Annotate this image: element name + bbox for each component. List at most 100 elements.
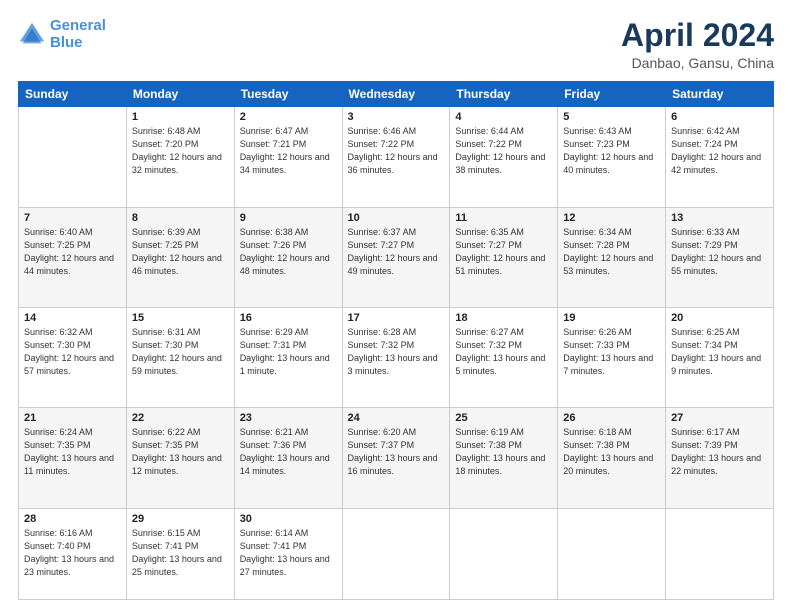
day-number: 7 <box>24 212 121 224</box>
day-number: 4 <box>455 111 552 123</box>
main-title: April 2024 <box>621 18 774 53</box>
day-info: Sunrise: 6:25 AMSunset: 7:34 PMDaylight:… <box>671 326 768 378</box>
day-number: 23 <box>240 412 337 424</box>
calendar-cell: 28 Sunrise: 6:16 AMSunset: 7:40 PMDayligh… <box>19 508 127 599</box>
calendar-cell: 9Sunrise: 6:38 AMSunset: 7:26 PMDaylight… <box>234 207 342 307</box>
day-info: Sunrise: 6:27 AMSunset: 7:32 PMDaylight:… <box>455 326 552 378</box>
calendar-cell: 24Sunrise: 6:20 AMSunset: 7:37 PMDayligh… <box>342 408 450 508</box>
calendar-cell: 14 Sunrise: 6:32 AMSunset: 7:30 PMDayligh… <box>19 307 127 407</box>
calendar-header: SundayMondayTuesdayWednesdayThursdayFrid… <box>19 82 774 107</box>
weekday-header-row: SundayMondayTuesdayWednesdayThursdayFrid… <box>19 82 774 107</box>
calendar-cell: 22 Sunrise: 6:22 AMSunset: 7:35 PMDayligh… <box>126 408 234 508</box>
day-info: Sunrise: 6:42 AMSunset: 7:24 PMDaylight:… <box>671 125 768 177</box>
calendar-cell: 29Sunrise: 6:15 AMSunset: 7:41 PMDayligh… <box>126 508 234 599</box>
day-number: 2 <box>240 111 337 123</box>
logo-blue: Blue <box>50 34 83 51</box>
calendar-cell <box>450 508 558 599</box>
calendar-cell <box>666 508 774 599</box>
day-info: Sunrise: 6:24 AMSunset: 7:35 PMDaylight:… <box>24 426 121 478</box>
calendar-cell: 23 Sunrise: 6:21 AMSunset: 7:36 PMDayligh… <box>234 408 342 508</box>
day-number: 3 <box>348 111 445 123</box>
day-info: Sunrise: 6:16 AMSunset: 7:40 PMDaylight:… <box>24 527 121 579</box>
calendar-cell: 13Sunrise: 6:33 AMSunset: 7:29 PMDayligh… <box>666 207 774 307</box>
day-info: Sunrise: 6:38 AMSunset: 7:26 PMDaylight:… <box>240 226 337 278</box>
calendar-cell: 15Sunrise: 6:31 AMSunset: 7:30 PMDayligh… <box>126 307 234 407</box>
calendar-cell: 26Sunrise: 6:18 AMSunset: 7:38 PMDayligh… <box>558 408 666 508</box>
day-info: Sunrise: 6:46 AMSunset: 7:22 PMDaylight:… <box>348 125 445 177</box>
calendar-cell: 4Sunrise: 6:44 AMSunset: 7:22 PMDaylight… <box>450 107 558 207</box>
day-number: 11 <box>455 212 552 224</box>
day-info: Sunrise: 6:34 AMSunset: 7:28 PMDaylight:… <box>563 226 660 278</box>
calendar-cell: 2 Sunrise: 6:47 AMSunset: 7:21 PMDaylight… <box>234 107 342 207</box>
day-info: Sunrise: 6:37 AMSunset: 7:27 PMDaylight:… <box>348 226 445 278</box>
day-number: 30 <box>240 513 337 525</box>
day-number: 27 <box>671 412 768 424</box>
calendar-cell: 5Sunrise: 6:43 AMSunset: 7:23 PMDaylight… <box>558 107 666 207</box>
day-info: Sunrise: 6:26 AMSunset: 7:33 PMDaylight:… <box>563 326 660 378</box>
weekday-header-sunday: Sunday <box>19 82 127 107</box>
calendar-cell: 10 Sunrise: 6:37 AMSunset: 7:27 PMDayligh… <box>342 207 450 307</box>
day-info: Sunrise: 6:28 AMSunset: 7:32 PMDaylight:… <box>348 326 445 378</box>
calendar-cell: 27 Sunrise: 6:17 AMSunset: 7:39 PMDayligh… <box>666 408 774 508</box>
day-info: Sunrise: 6:17 AMSunset: 7:39 PMDaylight:… <box>671 426 768 478</box>
day-number: 18 <box>455 312 552 324</box>
day-info: Sunrise: 6:18 AMSunset: 7:38 PMDaylight:… <box>563 426 660 478</box>
weekday-header-monday: Monday <box>126 82 234 107</box>
day-number: 19 <box>563 312 660 324</box>
calendar-cell: 25Sunrise: 6:19 AMSunset: 7:38 PMDayligh… <box>450 408 558 508</box>
day-info: Sunrise: 6:31 AMSunset: 7:30 PMDaylight:… <box>132 326 229 378</box>
calendar-week-row: 7 Sunrise: 6:40 AMSunset: 7:25 PMDaylight… <box>19 207 774 307</box>
day-info: Sunrise: 6:32 AMSunset: 7:30 PMDaylight:… <box>24 326 121 378</box>
logo-text: General Blue <box>50 18 106 51</box>
day-number: 8 <box>132 212 229 224</box>
weekday-header-tuesday: Tuesday <box>234 82 342 107</box>
day-info: Sunrise: 6:21 AMSunset: 7:36 PMDaylight:… <box>240 426 337 478</box>
day-number: 29 <box>132 513 229 525</box>
weekday-header-wednesday: Wednesday <box>342 82 450 107</box>
day-number: 22 <box>132 412 229 424</box>
day-number: 20 <box>671 312 768 324</box>
day-number: 10 <box>348 212 445 224</box>
day-number: 24 <box>348 412 445 424</box>
calendar-cell: 6 Sunrise: 6:42 AMSunset: 7:24 PMDaylight… <box>666 107 774 207</box>
header: General Blue April 2024 Danbao, Gansu, C… <box>18 18 774 71</box>
calendar-cell <box>19 107 127 207</box>
calendar-week-row: 14 Sunrise: 6:32 AMSunset: 7:30 PMDayligh… <box>19 307 774 407</box>
weekday-header-friday: Friday <box>558 82 666 107</box>
day-info: Sunrise: 6:35 AMSunset: 7:27 PMDaylight:… <box>455 226 552 278</box>
calendar-cell: 1Sunrise: 6:48 AMSunset: 7:20 PMDaylight… <box>126 107 234 207</box>
calendar-cell: 11 Sunrise: 6:35 AMSunset: 7:27 PMDayligh… <box>450 207 558 307</box>
calendar-cell: 7 Sunrise: 6:40 AMSunset: 7:25 PMDaylight… <box>19 207 127 307</box>
calendar-cell: 17 Sunrise: 6:28 AMSunset: 7:32 PMDayligh… <box>342 307 450 407</box>
weekday-header-saturday: Saturday <box>666 82 774 107</box>
calendar-cell: 3 Sunrise: 6:46 AMSunset: 7:22 PMDaylight… <box>342 107 450 207</box>
day-info: Sunrise: 6:14 AMSunset: 7:41 PMDaylight:… <box>240 527 337 579</box>
calendar-body: 1Sunrise: 6:48 AMSunset: 7:20 PMDaylight… <box>19 107 774 600</box>
day-number: 14 <box>24 312 121 324</box>
day-info: Sunrise: 6:47 AMSunset: 7:21 PMDaylight:… <box>240 125 337 177</box>
calendar-week-row: 21 Sunrise: 6:24 AMSunset: 7:35 PMDayligh… <box>19 408 774 508</box>
logo-icon <box>18 21 46 49</box>
calendar-cell: 16 Sunrise: 6:29 AMSunset: 7:31 PMDayligh… <box>234 307 342 407</box>
calendar-cell: 19 Sunrise: 6:26 AMSunset: 7:33 PMDayligh… <box>558 307 666 407</box>
calendar-cell: 21 Sunrise: 6:24 AMSunset: 7:35 PMDayligh… <box>19 408 127 508</box>
day-number: 13 <box>671 212 768 224</box>
day-number: 21 <box>24 412 121 424</box>
logo-general: General <box>50 17 106 34</box>
day-number: 6 <box>671 111 768 123</box>
title-block: April 2024 Danbao, Gansu, China <box>621 18 774 71</box>
page: General Blue April 2024 Danbao, Gansu, C… <box>0 0 792 612</box>
day-number: 12 <box>563 212 660 224</box>
logo: General Blue <box>18 18 106 51</box>
subtitle: Danbao, Gansu, China <box>621 55 774 71</box>
calendar-cell <box>558 508 666 599</box>
day-number: 16 <box>240 312 337 324</box>
day-info: Sunrise: 6:22 AMSunset: 7:35 PMDaylight:… <box>132 426 229 478</box>
calendar-week-row: 1Sunrise: 6:48 AMSunset: 7:20 PMDaylight… <box>19 107 774 207</box>
day-info: Sunrise: 6:29 AMSunset: 7:31 PMDaylight:… <box>240 326 337 378</box>
day-info: Sunrise: 6:43 AMSunset: 7:23 PMDaylight:… <box>563 125 660 177</box>
day-info: Sunrise: 6:40 AMSunset: 7:25 PMDaylight:… <box>24 226 121 278</box>
day-number: 17 <box>348 312 445 324</box>
calendar-cell: 30 Sunrise: 6:14 AMSunset: 7:41 PMDayligh… <box>234 508 342 599</box>
day-number: 28 <box>24 513 121 525</box>
